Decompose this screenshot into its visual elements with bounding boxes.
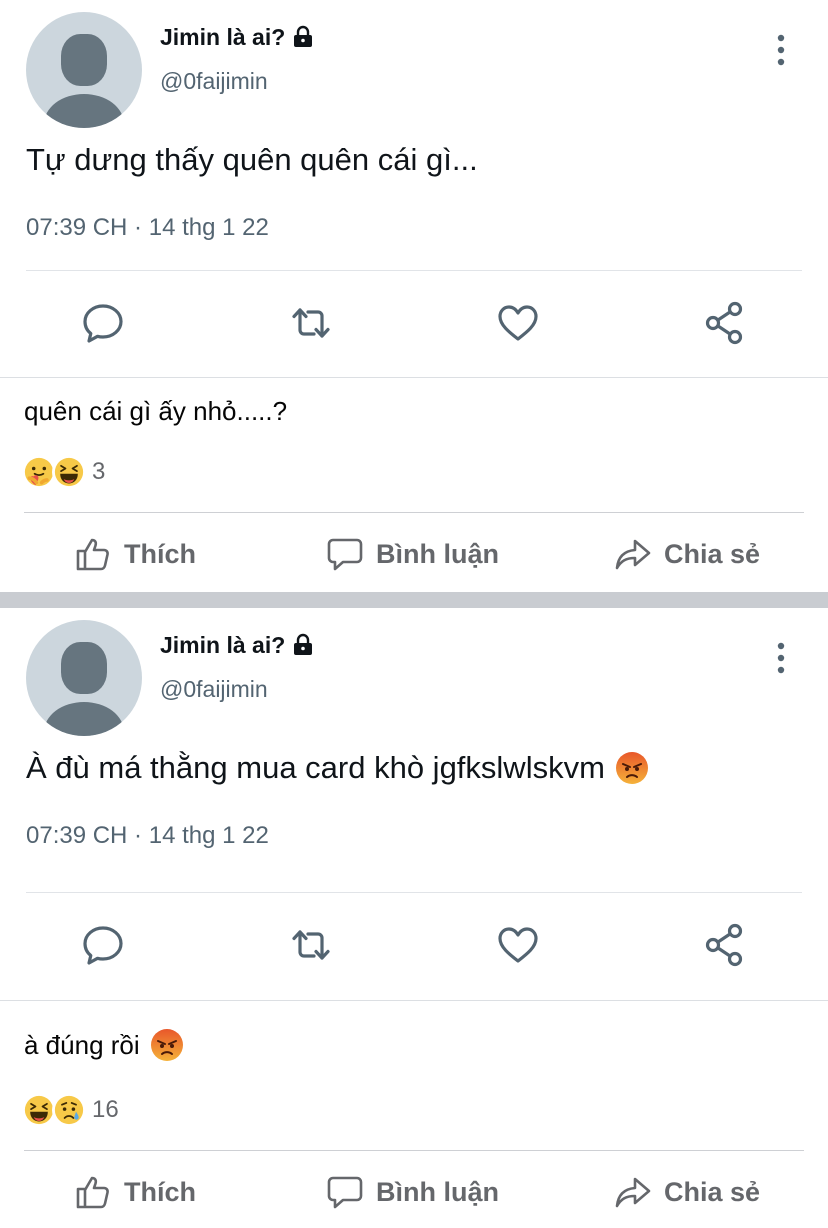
- retweet-icon[interactable]: [288, 922, 334, 968]
- share-label: Chia sẻ: [664, 538, 761, 569]
- post-caption-text: quên cái gì ấy nhỏ.....?: [24, 396, 288, 426]
- care-reaction-icon: [22, 455, 56, 489]
- haha-reaction-icon: [22, 1093, 56, 1127]
- avatar-head-shape: [61, 34, 107, 86]
- post-action-bar: Thích Bình luận Chia sẻ: [0, 524, 828, 584]
- share-icon[interactable]: [702, 300, 748, 346]
- avatar-shoulders-shape: [44, 702, 124, 736]
- reaction-summary[interactable]: 3: [22, 455, 105, 489]
- comment-button[interactable]: Bình luận: [326, 524, 499, 584]
- tweet-text: Tự dưng thấy quên quên cái gì...: [26, 142, 478, 177]
- lock-icon: [291, 633, 315, 657]
- tweet-divider: [26, 892, 802, 893]
- tweet-author-handle[interactable]: @0faijimin: [160, 676, 268, 703]
- post-caption-text: à đúng rồi: [24, 1029, 140, 1060]
- facebook-post-1: Jimin là ai? @0faijimin Tự dưng thấy quê…: [0, 0, 828, 592]
- tweet-author-handle[interactable]: @0faijimin: [160, 68, 268, 95]
- post-separator: [0, 592, 828, 608]
- avatar-shoulders-shape: [44, 94, 124, 128]
- tweet-text-content: À đù má thằng mua card khò jgfkslwlskvm: [26, 750, 605, 785]
- tweet-author-name[interactable]: Jimin là ai?: [160, 24, 285, 51]
- tweet-bottom-border: [0, 1000, 828, 1001]
- tweet-author-name[interactable]: Jimin là ai?: [160, 632, 285, 659]
- like-button[interactable]: Thích: [74, 524, 196, 584]
- tweet-action-bar: [0, 910, 828, 980]
- tweet-author-row: Jimin là ai?: [160, 630, 315, 660]
- share-arrow-icon: [614, 1173, 652, 1211]
- heart-icon[interactable]: [495, 922, 541, 968]
- like-label: Thích: [124, 538, 196, 569]
- tweet-text: À đù má thằng mua card khò jgfkslwlskvm: [26, 750, 649, 786]
- tweet-bottom-border: [0, 377, 828, 378]
- post-caption: quên cái gì ấy nhỏ.....?: [24, 396, 287, 427]
- tweet-action-bar: [0, 288, 828, 358]
- share-button[interactable]: Chia sẻ: [614, 524, 760, 584]
- comment-label: Bình luận: [376, 1176, 499, 1207]
- tweet-timestamp[interactable]: 07:39 CH · 14 thg 1 22: [26, 822, 269, 850]
- reply-icon[interactable]: [80, 922, 126, 968]
- tweet-divider: [26, 270, 802, 271]
- like-button[interactable]: Thích: [74, 1162, 196, 1222]
- embedded-tweet[interactable]: Jimin là ai? @0faijimin À đù má thằng mu…: [0, 608, 828, 986]
- comment-icon: [326, 1173, 364, 1211]
- share-icon[interactable]: [702, 922, 748, 968]
- sad-reaction-icon: [52, 1093, 86, 1127]
- comment-button[interactable]: Bình luận: [326, 1162, 499, 1222]
- share-label: Chia sẻ: [664, 1176, 761, 1207]
- angry-emoji-icon: [150, 1028, 184, 1062]
- reaction-count: 3: [92, 458, 106, 485]
- avatar-head-shape: [61, 642, 107, 694]
- like-label: Thích: [124, 1176, 196, 1207]
- post-action-bar: Thích Bình luận Chia sẻ: [0, 1162, 828, 1222]
- reply-icon[interactable]: [80, 300, 126, 346]
- retweet-icon[interactable]: [288, 300, 334, 346]
- reaction-count: 16: [92, 1096, 119, 1123]
- thumbs-up-icon: [74, 1173, 112, 1211]
- reaction-summary[interactable]: 16: [22, 1093, 119, 1127]
- thumbs-up-icon: [74, 535, 112, 573]
- share-arrow-icon: [614, 535, 652, 573]
- haha-reaction-icon: [52, 455, 86, 489]
- lock-icon: [291, 25, 315, 49]
- heart-icon[interactable]: [495, 300, 541, 346]
- angry-emoji-icon: [615, 751, 649, 785]
- avatar[interactable]: [26, 620, 142, 736]
- post-caption: à đúng rồi: [24, 1028, 184, 1062]
- comment-icon: [326, 535, 364, 573]
- more-options-icon[interactable]: [770, 32, 792, 68]
- comment-label: Bình luận: [376, 538, 499, 569]
- more-options-icon[interactable]: [770, 640, 792, 676]
- share-button[interactable]: Chia sẻ: [614, 1162, 760, 1222]
- embedded-tweet[interactable]: Jimin là ai? @0faijimin Tự dưng thấy quê…: [0, 0, 828, 378]
- facebook-post-2: Jimin là ai? @0faijimin À đù má thằng mu…: [0, 608, 828, 1228]
- action-divider: [24, 512, 804, 513]
- tweet-timestamp[interactable]: 07:39 CH · 14 thg 1 22: [26, 214, 269, 242]
- action-divider: [24, 1150, 804, 1151]
- tweet-author-row: Jimin là ai?: [160, 22, 315, 52]
- avatar[interactable]: [26, 12, 142, 128]
